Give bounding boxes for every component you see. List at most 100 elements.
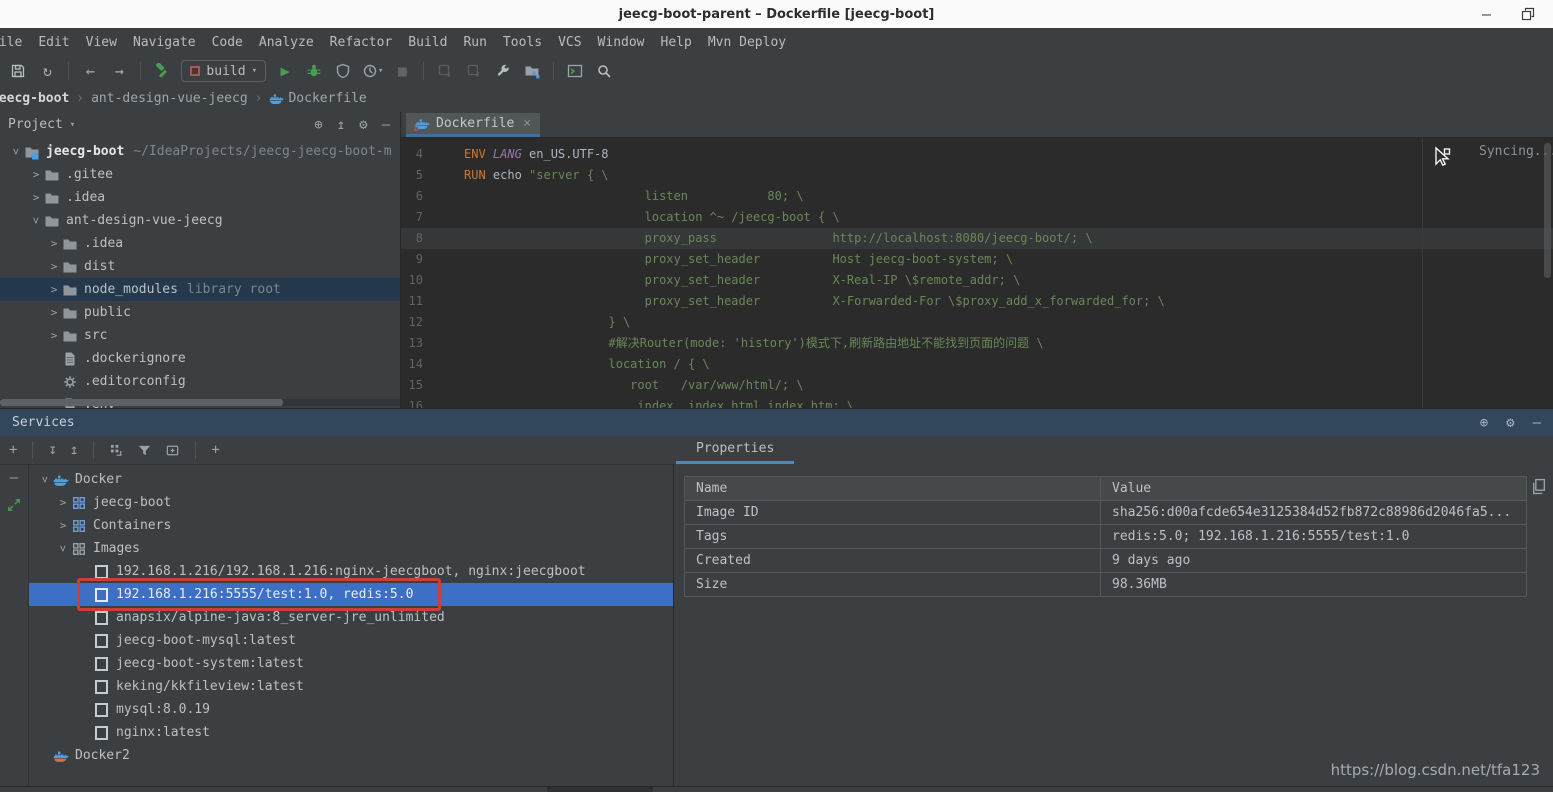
- table-row[interactable]: Image ID sha256:d00afcde654e3125384d52fb…: [685, 501, 1526, 525]
- tree-item-dockerignore[interactable]: .dockerignore: [0, 347, 400, 370]
- toolwindow-java-enterprise[interactable]: Java Enterprise: [681, 787, 816, 792]
- back-button[interactable]: ←: [80, 60, 100, 82]
- run-configuration-select[interactable]: build ▾: [181, 60, 266, 82]
- expand-all-button[interactable]: ↧: [48, 442, 56, 458]
- chevron-collapsed-icon[interactable]: >: [55, 496, 71, 509]
- tree-item-image-jeecg-boot-mysql[interactable]: jeecg-boot-mysql:latest: [29, 629, 673, 652]
- table-row[interactable]: Tags redis:5.0; 192.168.1.216:5555/test:…: [685, 525, 1526, 549]
- maximize-button[interactable]: [1521, 7, 1535, 21]
- toolwindow-services[interactable]: 8: Services: [547, 787, 653, 792]
- breadcrumb-module[interactable]: ant-design-vue-jeecg: [91, 91, 248, 106]
- menu-navigate[interactable]: Navigate: [125, 35, 204, 50]
- scrollbar-thumb[interactable]: [0, 399, 283, 406]
- tree-item-node-modules[interactable]: > node_modules library root: [0, 278, 400, 301]
- breadcrumb-file[interactable]: Dockerfile: [288, 91, 366, 106]
- run-anything-button[interactable]: [565, 60, 585, 82]
- toolwindow-terminal[interactable]: Terminal: [242, 787, 327, 792]
- toolwindow-redis-console[interactable]: Redis Manager Console: [355, 787, 519, 792]
- sync-button[interactable]: ↻: [37, 60, 57, 82]
- tree-item-docker2[interactable]: Docker2: [29, 744, 673, 767]
- save-button[interactable]: [8, 60, 28, 82]
- horizontal-scrollbar[interactable]: [0, 399, 400, 406]
- menu-edit[interactable]: Edit: [30, 35, 77, 50]
- tree-item-image-nginx[interactable]: nginx:latest: [29, 721, 673, 744]
- menu-code[interactable]: Code: [204, 35, 251, 50]
- tree-item-idea-inner[interactable]: > .idea: [0, 232, 400, 255]
- chevron-collapsed-icon[interactable]: >: [46, 329, 62, 342]
- chevron-collapsed-icon[interactable]: >: [28, 168, 44, 181]
- code-editor[interactable]: 4 ENV LANG en_US.UTF-8 5 RUN echo "serve…: [401, 138, 1553, 408]
- tree-item-docker[interactable]: > Docker: [29, 468, 673, 491]
- profiler-button[interactable]: ▾: [362, 60, 383, 82]
- event-log-button[interactable]: Event Log: [1478, 787, 1553, 792]
- editor-scrollbar-thumb[interactable]: [1544, 143, 1551, 278]
- menu-analyze[interactable]: Analyze: [251, 35, 322, 50]
- menu-window[interactable]: Window: [590, 35, 653, 50]
- hide-button[interactable]: —: [10, 470, 18, 486]
- chevron-expanded-icon[interactable]: >: [57, 541, 70, 557]
- breadcrumb-project[interactable]: jeecg-boot: [0, 91, 69, 106]
- copy-icon[interactable]: [1530, 478, 1547, 495]
- chevron-expanded-icon[interactable]: >: [39, 472, 52, 488]
- add-button[interactable]: +: [211, 442, 219, 458]
- run-button[interactable]: ▶: [275, 60, 295, 82]
- search-everywhere-button[interactable]: [594, 60, 614, 82]
- build-hammer-button[interactable]: [152, 60, 172, 82]
- chevron-collapsed-icon[interactable]: >: [46, 306, 62, 319]
- chevron-collapsed-icon[interactable]: >: [46, 237, 62, 250]
- menu-refactor[interactable]: Refactor: [322, 35, 401, 50]
- locate-button[interactable]: ⊕: [1480, 415, 1488, 431]
- menu-build[interactable]: Build: [400, 35, 455, 50]
- toolwindow-todo[interactable]: TODO: [156, 787, 214, 792]
- collapse-all-button[interactable]: ↥: [337, 117, 345, 133]
- table-row[interactable]: Created 9 days ago: [685, 549, 1526, 573]
- add-frame-button[interactable]: [165, 443, 180, 458]
- wrench-settings-button[interactable]: [493, 60, 513, 82]
- attach-debugger-button[interactable]: [435, 60, 455, 82]
- debug-button[interactable]: [304, 60, 324, 82]
- project-structure-button[interactable]: [522, 60, 542, 82]
- tree-item-jeecg-boot-service[interactable]: > jeecg-boot: [29, 491, 673, 514]
- expand-window-icon[interactable]: [7, 498, 21, 512]
- stop-button[interactable]: ■: [392, 60, 412, 82]
- panel-settings-button[interactable]: ⚙: [359, 117, 367, 133]
- tab-properties[interactable]: Properties: [676, 436, 794, 464]
- tree-item-ant-design-vue-jeecg[interactable]: > ant-design-vue-jeecg: [0, 209, 400, 232]
- tree-item-image-test-redis[interactable]: 192.168.1.216:5555/test:1.0, redis:5.0: [29, 583, 673, 606]
- tree-item-image-mysql[interactable]: mysql:8.0.19: [29, 698, 673, 721]
- panel-settings-button[interactable]: ⚙: [1506, 415, 1514, 431]
- toolwindow-spring[interactable]: Spring: [845, 787, 915, 792]
- chevron-collapsed-icon[interactable]: >: [46, 283, 62, 296]
- menu-file[interactable]: File: [0, 35, 30, 50]
- minimize-button[interactable]: —: [1482, 9, 1491, 19]
- collapse-all-button[interactable]: ↥: [70, 442, 78, 458]
- menu-help[interactable]: Help: [653, 35, 700, 50]
- menu-run[interactable]: Run: [455, 35, 494, 50]
- group-by-button[interactable]: [109, 443, 124, 458]
- chevron-expanded-icon[interactable]: >: [10, 144, 23, 160]
- table-row[interactable]: Size 98.36MB: [685, 573, 1526, 596]
- tree-item-gitee[interactable]: > .gitee: [0, 163, 400, 186]
- tree-item-containers[interactable]: > Containers: [29, 514, 673, 537]
- chevron-collapsed-icon[interactable]: >: [46, 260, 62, 273]
- tree-item-image-kkfileview[interactable]: keking/kkfileview:latest: [29, 675, 673, 698]
- hide-panel-button[interactable]: —: [382, 117, 390, 133]
- locate-file-button[interactable]: ⊕: [314, 117, 322, 133]
- tree-item-dist[interactable]: > dist: [0, 255, 400, 278]
- project-panel-title[interactable]: Project: [8, 117, 63, 132]
- tab-dockerfile[interactable]: D Dockerfile ×: [406, 113, 540, 137]
- menu-vcs[interactable]: VCS: [550, 35, 589, 50]
- add-service-button[interactable]: +: [9, 442, 17, 458]
- tree-item-project-root[interactable]: > jeecg-boot ~/IdeaProjects/jeecg-jeecg-…: [0, 140, 400, 163]
- forward-button[interactable]: →: [109, 60, 129, 82]
- tree-item-idea[interactable]: > .idea: [0, 186, 400, 209]
- hide-panel-button[interactable]: —: [1533, 415, 1541, 431]
- chevron-collapsed-icon[interactable]: >: [55, 519, 71, 532]
- coverage-button[interactable]: [333, 60, 353, 82]
- menu-mvn-deploy[interactable]: Mvn Deploy: [700, 35, 794, 50]
- tree-item-src[interactable]: > src: [0, 324, 400, 347]
- tree-item-image-alpine-java[interactable]: anapsix/alpine-java:8_server-jre_unlimit…: [29, 606, 673, 629]
- chevron-collapsed-icon[interactable]: >: [28, 191, 44, 204]
- filter-button[interactable]: [137, 443, 152, 458]
- tree-item-editorconfig[interactable]: .editorconfig: [0, 370, 400, 393]
